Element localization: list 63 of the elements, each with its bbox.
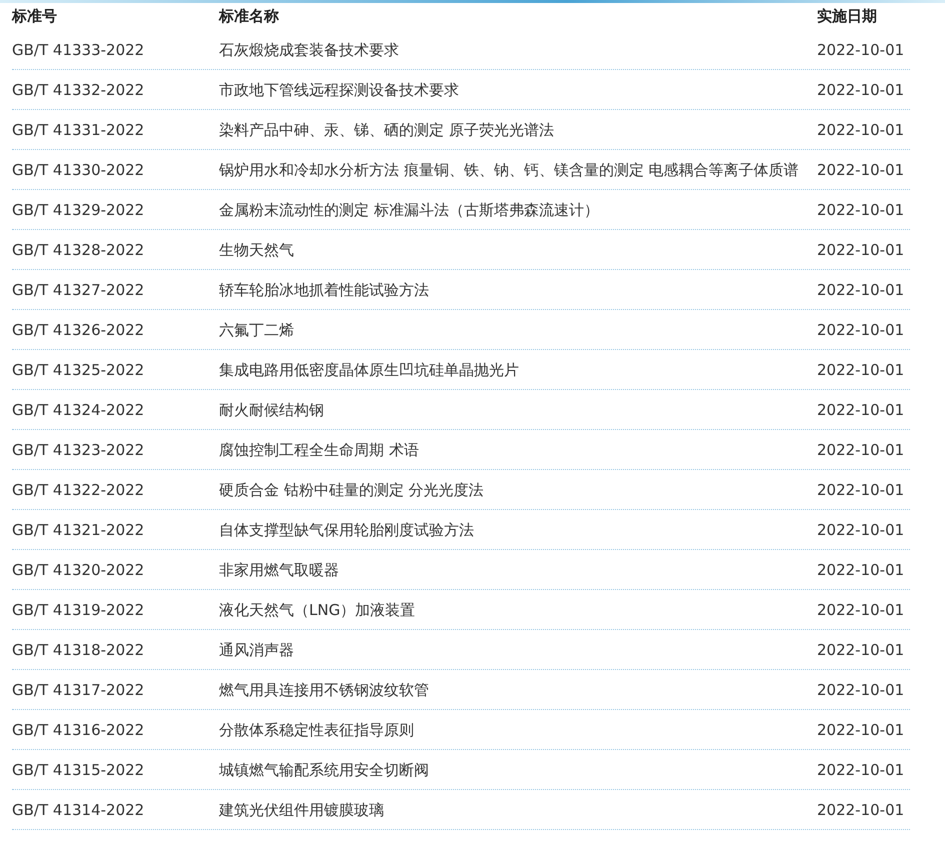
table-cell-text: 2022-10-01	[817, 800, 904, 821]
table-cell-text: 2022-10-01	[817, 760, 904, 781]
table-cell-text: GB/T 41333-2022	[12, 40, 144, 61]
table-cell-text: GB/T 41317-2022	[12, 680, 144, 701]
table-cell-text: GB/T 41330-2022	[12, 160, 144, 181]
table-cell-text: 燃气用具连接用不锈钢波纹软管	[219, 680, 430, 701]
table-cell-text: GB/T 41323-2022	[12, 440, 144, 461]
table-cell-text: 硬质合金 钴粉中硅量的测定 分光光度法	[219, 480, 485, 501]
table-cell-text: 2022-10-01	[817, 680, 904, 701]
table-cell-text: 2022-10-01	[817, 160, 904, 181]
table-cell-text: 2022-10-01	[817, 440, 904, 461]
table-cell-text: GB/T 41332-2022	[12, 80, 144, 101]
table-cell-text: 六氟丁二烯	[219, 320, 295, 341]
table-cell-text: GB/T 41318-2022	[12, 640, 144, 661]
table-cell-text: 锅炉用水和冷却水分析方法 痕量铜、铁、钠、钙、镁含量的测定 电感耦合等离子体质谱	[219, 160, 800, 181]
table-cell-text: GB/T 41326-2022	[12, 320, 144, 341]
table-cell-text: GB/T 41319-2022	[12, 600, 144, 621]
table-cell-text: 2022-10-01	[817, 640, 904, 661]
table-cell-text: GB/T 41329-2022	[12, 200, 144, 221]
table-cell-text: 2022-10-01	[817, 600, 904, 621]
table-cell-text: 集成电路用低密度晶体原生凹坑硅单晶抛光片	[219, 360, 520, 381]
table-cell-text: 染料产品中砷、汞、锑、硒的测定 原子荧光光谱法	[219, 120, 555, 141]
table-cell-text: GB/T 41327-2022	[12, 280, 144, 301]
table-cell-text: 市政地下管线远程探测设备技术要求	[219, 80, 460, 101]
table-cell-text: 城镇燃气输配系统用安全切断阀	[219, 760, 430, 781]
column-header: 标准名称	[219, 7, 279, 26]
table-cell-text: GB/T 41328-2022	[12, 240, 144, 261]
table-cell-text: 轿车轮胎冰地抓着性能试验方法	[219, 280, 430, 301]
table-cell-text: 2022-10-01	[817, 320, 904, 341]
table-cell-text: 2022-10-01	[817, 40, 904, 61]
table-cell-text: 自体支撑型缺气保用轮胎刚度试验方法	[219, 520, 475, 541]
column-header: 标准号	[12, 7, 57, 26]
table-cell-text: 石灰煅烧成套装备技术要求	[219, 40, 400, 61]
table-cell-text: 建筑光伏组件用镀膜玻璃	[219, 800, 385, 821]
table-cell-text: GB/T 41320-2022	[12, 560, 144, 581]
table-cell-text: 腐蚀控制工程全生命周期 术语	[219, 440, 420, 461]
column-header: 实施日期	[817, 7, 877, 26]
table-cell-text: 2022-10-01	[817, 120, 904, 141]
table-cell-text: 分散体系稳定性表征指导原则	[219, 720, 415, 741]
table-cell-text: 2022-10-01	[817, 400, 904, 421]
table-cell-text: GB/T 41321-2022	[12, 520, 144, 541]
table-cell-text: 2022-10-01	[817, 480, 904, 501]
table-cell-text: GB/T 41316-2022	[12, 720, 144, 741]
table-cell-text: 非家用燃气取暖器	[219, 560, 340, 581]
table-cell-text: 2022-10-01	[817, 80, 904, 101]
table-cell-text: 2022-10-01	[817, 280, 904, 301]
table-cell-text: 2022-10-01	[817, 520, 904, 541]
table-cell-text: GB/T 41322-2022	[12, 480, 144, 501]
table-cell-text: 通风消声器	[219, 640, 295, 661]
table-cell-text: 耐火耐候结构钢	[219, 400, 325, 421]
table-cell-text: 2022-10-01	[817, 560, 904, 581]
table-cell-text: 液化天然气（LNG）加液装置	[219, 600, 416, 621]
table-cell-text: 2022-10-01	[817, 360, 904, 381]
table-cell-text: GB/T 41314-2022	[12, 800, 144, 821]
table-cell-text: 2022-10-01	[817, 240, 904, 261]
table-cell-text: GB/T 41331-2022	[12, 120, 144, 141]
table-cell-text: 2022-10-01	[817, 720, 904, 741]
table-cell-text: GB/T 41325-2022	[12, 360, 144, 381]
table-cell-text: GB/T 41315-2022	[12, 760, 144, 781]
table-cell-text: GB/T 41324-2022	[12, 400, 144, 421]
table-cell-text: 2022-10-01	[817, 200, 904, 221]
table-cell-text: 金属粉末流动性的测定 标准漏斗法（古斯塔弗森流速计）	[219, 200, 600, 221]
table-cell-text: 生物天然气	[219, 240, 295, 261]
